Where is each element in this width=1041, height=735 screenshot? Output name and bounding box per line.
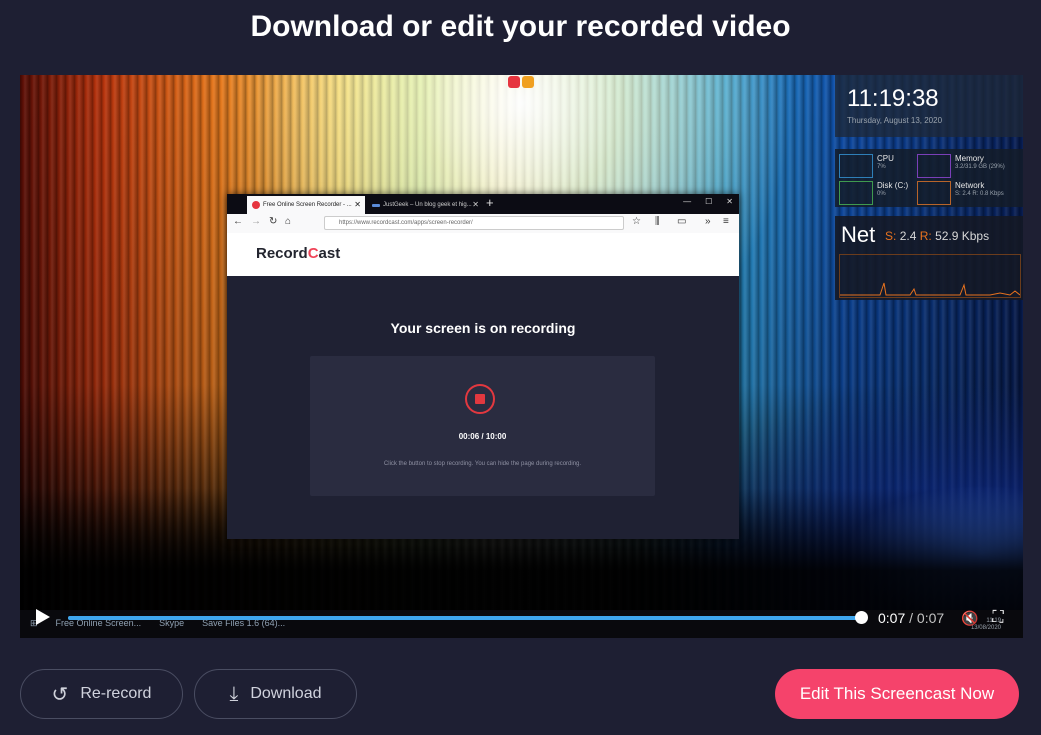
page-title: Download or edit your recorded video: [250, 10, 791, 43]
cpu-graph: [839, 154, 873, 178]
star-icon[interactable]: ☆: [632, 216, 641, 227]
window-controls: — ☐ ✕: [683, 197, 733, 206]
recording-timer: 00:06 / 10:00: [458, 432, 507, 441]
url-field[interactable]: https://www.recordcast.com/apps/screen-r…: [324, 216, 624, 230]
network-label: Network: [955, 181, 985, 190]
recording-panel: 00:06 / 10:00 Click the button to stop r…: [310, 356, 655, 496]
logo-text-accent: C: [307, 245, 319, 262]
net-widget: Net S: 2.4 R: 52.9 Kbps: [835, 216, 1023, 300]
home-icon[interactable]: ⌂: [285, 216, 291, 227]
close-window-icon[interactable]: ✕: [726, 197, 733, 206]
net-stats: S: 2.4 R: 52.9 Kbps: [885, 229, 989, 243]
time-display: 0:07 / 0:07: [878, 610, 944, 626]
cpu-cell: CPU 7%: [835, 151, 925, 178]
download-label: Download: [250, 685, 322, 702]
site-header: RecordCast: [227, 233, 739, 276]
cpu-value: 7%: [877, 164, 886, 170]
sidebar-icon[interactable]: ▭: [677, 216, 686, 227]
memory-graph: [917, 154, 951, 178]
net-title: Net: [841, 222, 876, 247]
disk-cell: Disk (C:) 0%: [835, 178, 925, 205]
download-button[interactable]: ⤓ Download: [194, 669, 357, 719]
disk-value: 0%: [877, 191, 886, 197]
progress-handle[interactable]: [855, 611, 868, 624]
download-icon: ⤓: [229, 682, 239, 705]
close-icon[interactable]: ✕: [472, 200, 479, 209]
browser-toolbar: ← → ↻ ⌂ https://www.recordcast.com/apps/…: [227, 214, 739, 234]
recording-title: Your screen is on recording: [390, 320, 576, 336]
browser-tab-label: JustGeek – Un blog geek et hig...: [383, 202, 472, 208]
cpu-label: CPU: [877, 154, 894, 163]
close-icon[interactable]: ✕: [354, 200, 361, 209]
clock-widget: 11:19:38 Thursday, August 13, 2020: [835, 75, 1023, 137]
recordcast-logo: RecordCast: [256, 245, 340, 262]
net-s-key: S:: [885, 229, 897, 243]
minimize-icon[interactable]: —: [683, 197, 691, 206]
net-s-value: 2.4: [899, 229, 917, 243]
library-icon[interactable]: ⫼: [655, 216, 660, 227]
recordcast-favicon-icon: [252, 201, 260, 209]
widget-clock-date: Thursday, August 13, 2020: [847, 116, 943, 125]
reload-icon[interactable]: ↻: [269, 216, 277, 227]
browser-tab-label: Free Online Screen Recorder - ...: [263, 202, 352, 208]
network-value: S: 2.4 R: 0.8 Kbps: [955, 191, 1004, 197]
back-icon[interactable]: ←: [233, 216, 243, 227]
browser-tabbar: Free Online Screen Recorder - ... ✕ Just…: [227, 194, 739, 214]
progress-fill: [68, 616, 861, 620]
menu-icon[interactable]: ≡: [723, 216, 729, 227]
stop-icon: [475, 394, 485, 404]
network-graph: [917, 181, 951, 205]
progress-bar[interactable]: [68, 611, 868, 624]
browser-tab[interactable]: Free Online Screen Recorder - ... ✕: [247, 196, 365, 214]
maximize-icon[interactable]: ☐: [705, 197, 712, 206]
recording-hint: Click the button to stop recording. You …: [383, 461, 582, 467]
forward-icon[interactable]: →: [251, 216, 261, 227]
rerecord-label: Re-record: [80, 685, 152, 702]
edit-screencast-button[interactable]: Edit This Screencast Now: [775, 669, 1019, 719]
time-separator: /: [905, 610, 917, 626]
current-time: 0:07: [878, 610, 906, 626]
net-r-value: 52.9 Kbps: [935, 229, 990, 243]
rerecord-button[interactable]: ↺ Re-record: [20, 669, 183, 719]
browser-extension-icons: [508, 76, 534, 88]
justgeek-favicon-icon: [372, 203, 380, 207]
net-graph-line: [840, 282, 1021, 296]
edit-label: Edit This Screencast Now: [799, 684, 995, 703]
mute-icon[interactable]: 🔇: [960, 608, 980, 628]
video-player[interactable]: 11:19:38 Thursday, August 13, 2020 CPU 7…: [20, 75, 1023, 638]
fullscreen-icon[interactable]: ⛶: [988, 608, 1008, 628]
browser-window: Free Online Screen Recorder - ... ✕ Just…: [227, 194, 739, 539]
logo-text-part2: ast: [318, 245, 341, 262]
disk-graph: [839, 181, 873, 205]
player-controls: 0:07 / 0:07 🔇 ⛶: [20, 598, 1023, 638]
extension-icon: [522, 76, 534, 88]
stop-recording-button[interactable]: [465, 384, 495, 414]
logo-text-part1: Record: [256, 245, 308, 262]
net-r-key: R:: [919, 229, 932, 243]
widget-clock-time: 11:19:38: [847, 85, 939, 112]
disk-label: Disk (C:): [877, 181, 909, 190]
extension-icon: [508, 76, 520, 88]
network-cell: Network S: 2.4 R: 0.8 Kbps: [913, 178, 1004, 205]
memory-cell: Memory 3.2/31.9 GB (29%): [913, 151, 1005, 178]
overflow-icon[interactable]: »: [705, 216, 711, 227]
rerecord-icon: ↺: [51, 683, 69, 706]
duration: 0:07: [916, 610, 945, 626]
system-monitor-widget: CPU 7% Memory 3.2/31.9 GB (29%) Disk (C:…: [835, 149, 1023, 207]
memory-value: 3.2/31.9 GB (29%): [955, 164, 1005, 170]
browser-tab[interactable]: JustGeek – Un blog geek et hig... ✕: [367, 196, 483, 214]
memory-label: Memory: [955, 154, 984, 163]
new-tab-button[interactable]: +: [486, 195, 494, 210]
net-graph: [839, 254, 1021, 298]
play-icon[interactable]: [36, 609, 50, 625]
